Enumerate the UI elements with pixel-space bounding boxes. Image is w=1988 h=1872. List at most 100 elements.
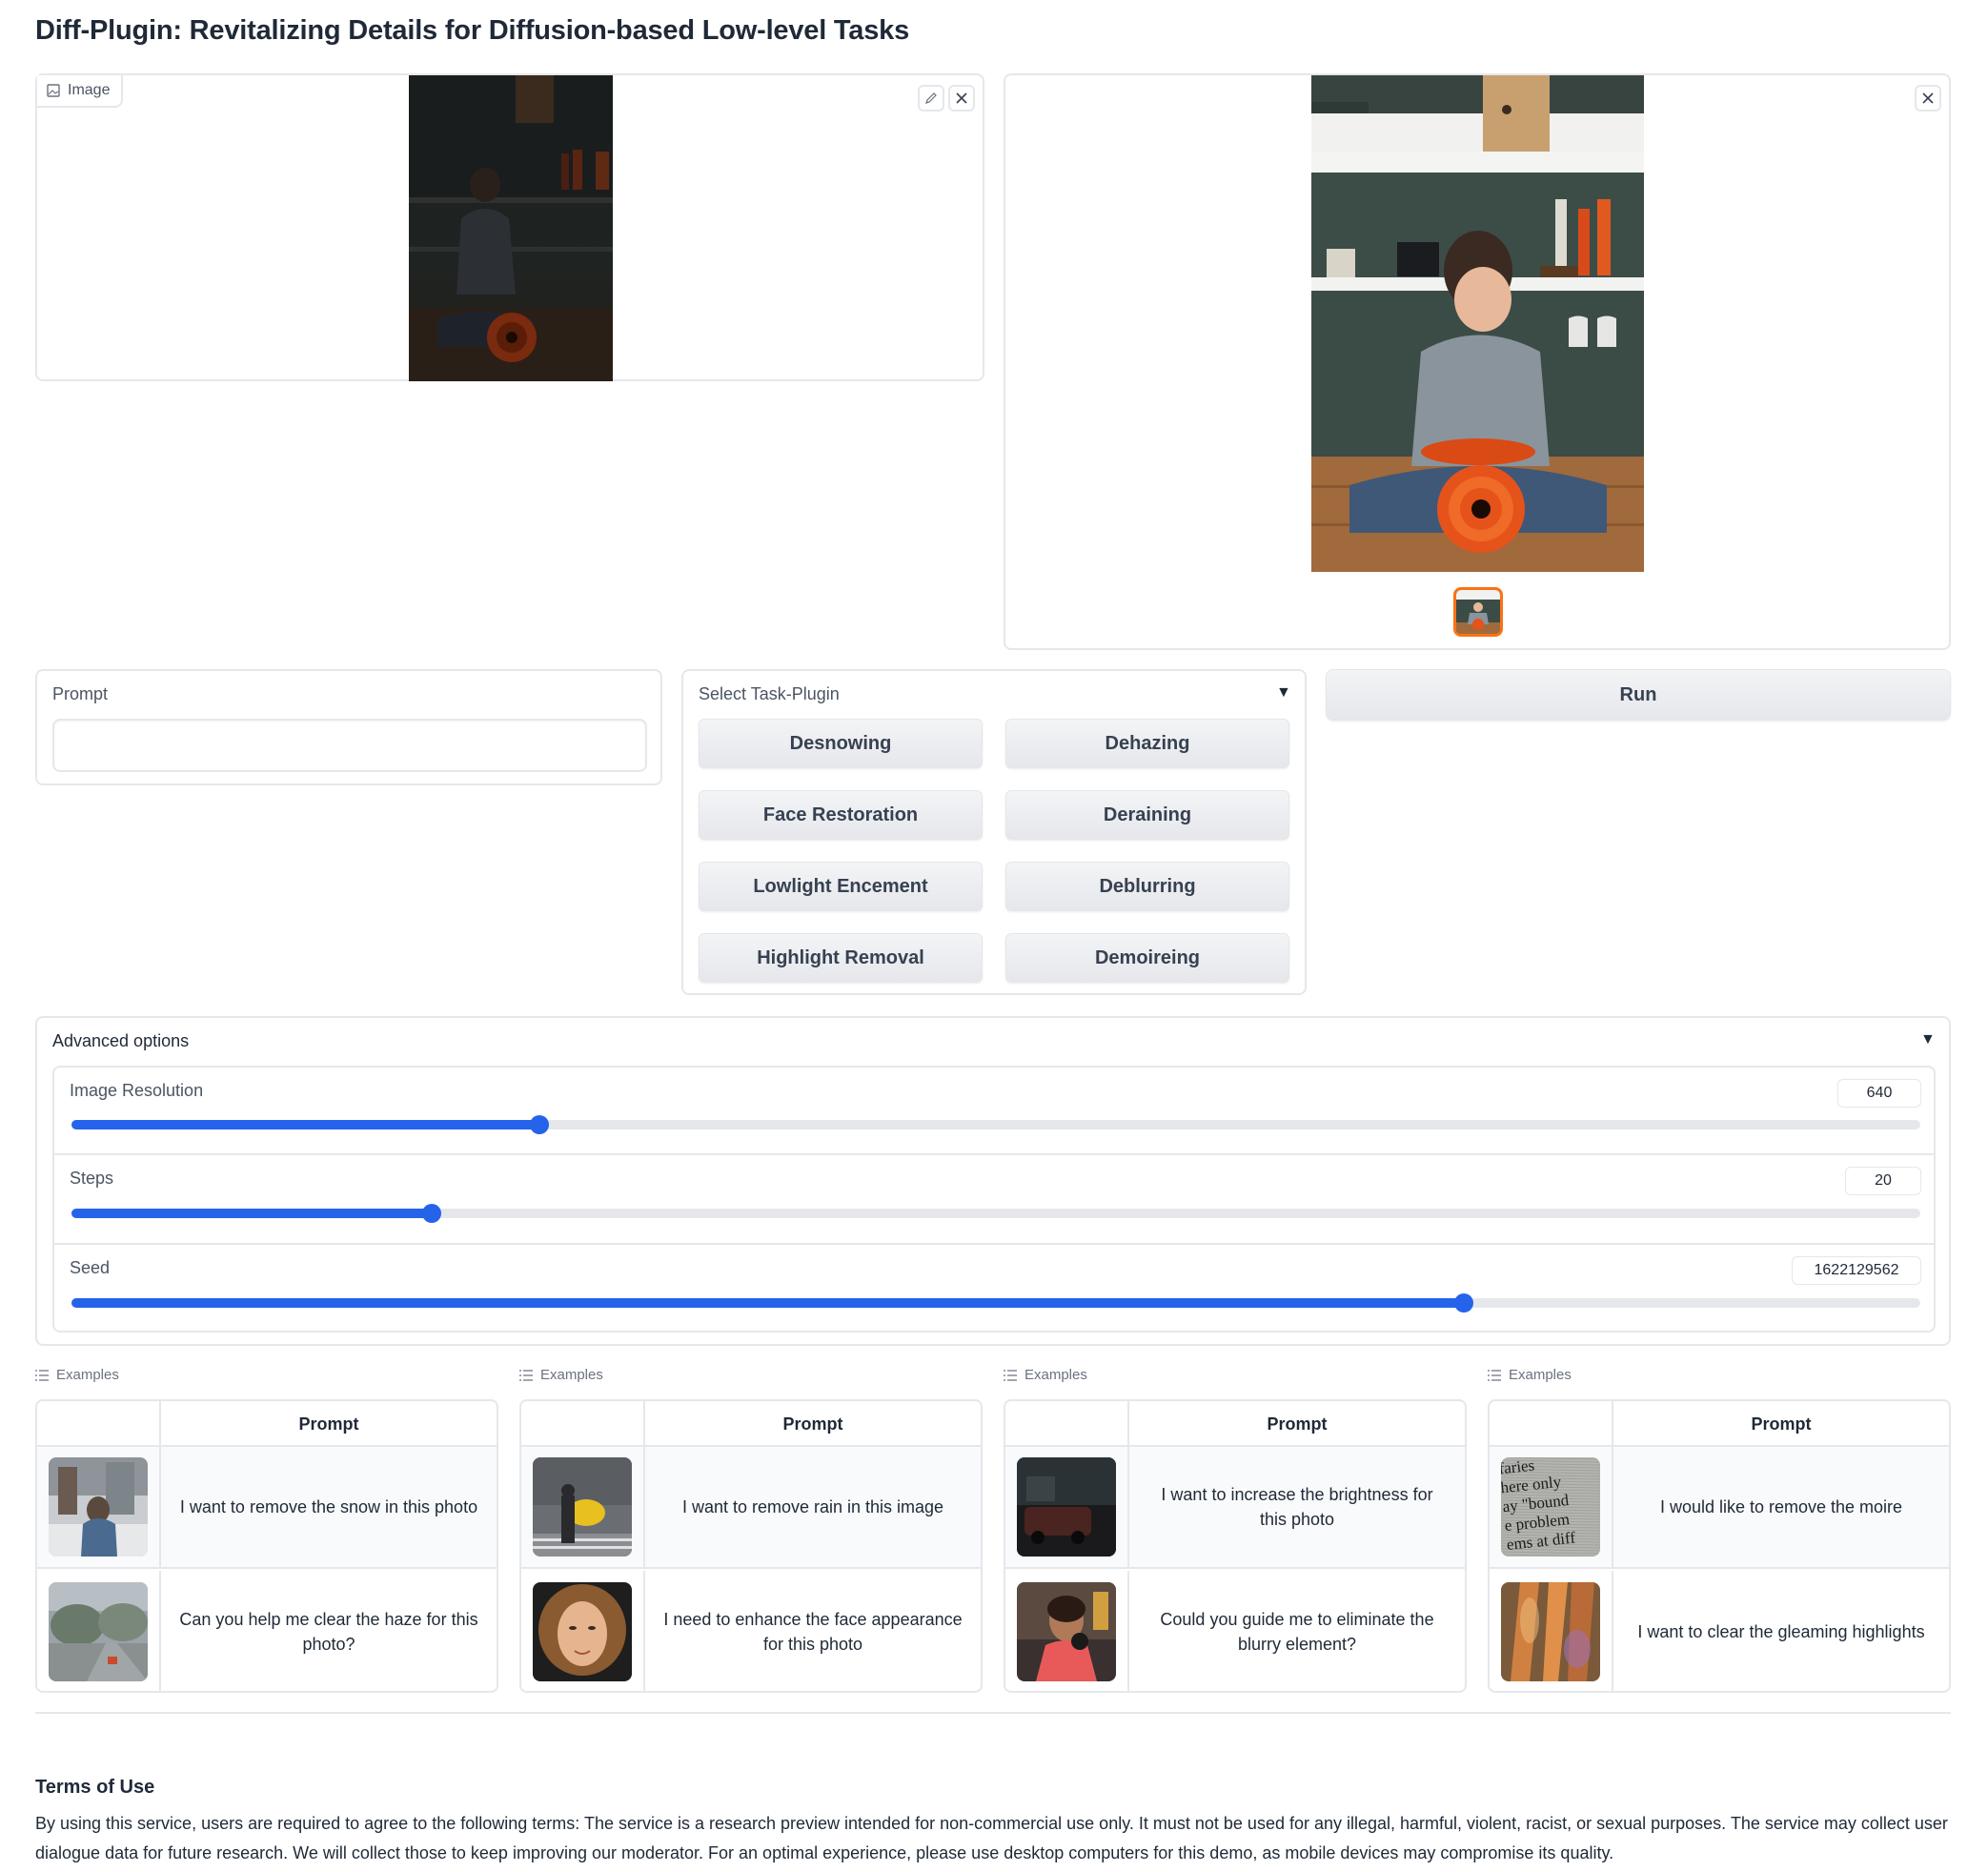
- image-icon: [47, 84, 60, 97]
- close-icon: [956, 92, 967, 104]
- examples-table: Prompt I want to remove rain in this imag…: [519, 1399, 983, 1693]
- examples-label: Examples: [540, 1367, 603, 1383]
- example-prompt[interactable]: I want to clear the gleaming highlights: [1612, 1571, 1949, 1691]
- resolution-slider-block: Image Resolution 640: [54, 1068, 1934, 1155]
- list-icon: [1488, 1369, 1501, 1381]
- seed-label: Seed: [70, 1258, 111, 1277]
- seed-slider-block: Seed 1622129562: [54, 1245, 1934, 1331]
- example-prompt[interactable]: I want to remove rain in this image: [643, 1447, 981, 1567]
- output-photo: [1311, 75, 1644, 572]
- examples-header: Examples: [1004, 1367, 1087, 1383]
- task-button-face-restoration[interactable]: Face Restoration: [699, 790, 983, 840]
- task-button-deblurring[interactable]: Deblurring: [1005, 862, 1289, 911]
- task-button-lowlight[interactable]: Lowlight Encement: [699, 862, 983, 911]
- table-row[interactable]: Could you guide me to eliminate the blur…: [1005, 1571, 1465, 1691]
- input-image-label: Image: [37, 75, 124, 108]
- example-thumbnail[interactable]: [533, 1582, 632, 1681]
- examples-header: Examples: [1488, 1367, 1572, 1383]
- table-row[interactable]: I want to clear the gleaming highlights: [1490, 1571, 1949, 1691]
- advanced-options-panel: Advanced options ▼ Image Resolution 640 …: [35, 1016, 1951, 1346]
- pencil-icon: [925, 92, 937, 104]
- examples-label: Examples: [56, 1367, 119, 1383]
- column-header-prompt: Prompt: [1127, 1401, 1465, 1447]
- example-thumbnail[interactable]: [1017, 1457, 1116, 1557]
- table-row[interactable]: I want to remove rain in this image: [521, 1447, 981, 1569]
- table-row[interactable]: faries here only ay "bound e problem ems at …: [1490, 1447, 1949, 1569]
- examples-table: Prompt I want to remove the snow in this …: [35, 1399, 498, 1693]
- example-thumbnail[interactable]: [533, 1457, 632, 1557]
- terms-body: By using this service, users are require…: [35, 1814, 1948, 1862]
- steps-label: Steps: [70, 1169, 114, 1188]
- list-icon: [35, 1369, 49, 1381]
- column-header-prompt: Prompt: [1612, 1401, 1949, 1447]
- list-icon: [1004, 1369, 1017, 1381]
- examples-table: Prompt I want to increase the brightness …: [1004, 1399, 1467, 1693]
- input-image-panel[interactable]: Image: [35, 73, 984, 381]
- prompt-panel: Prompt: [35, 669, 662, 785]
- seed-slider[interactable]: [71, 1293, 1920, 1312]
- example-prompt[interactable]: I need to enhance the face appearance fo…: [643, 1571, 981, 1691]
- output-thumbnail[interactable]: [1453, 587, 1503, 637]
- table-row[interactable]: I want to increase the brightness for th…: [1005, 1447, 1465, 1569]
- task-button-deraining[interactable]: Deraining: [1005, 790, 1289, 840]
- column-header-prompt: Prompt: [159, 1401, 497, 1447]
- example-prompt[interactable]: I would like to remove the moire: [1612, 1447, 1949, 1567]
- column-header-prompt: Prompt: [643, 1401, 981, 1447]
- steps-value[interactable]: 20: [1845, 1167, 1921, 1195]
- table-header: Prompt: [37, 1401, 497, 1447]
- prompt-input[interactable]: [52, 719, 647, 772]
- example-prompt[interactable]: I want to increase the brightness for th…: [1127, 1447, 1465, 1567]
- sliders-container: Image Resolution 640 Steps 20 Seed 16221…: [52, 1066, 1936, 1333]
- output-image-panel: [1004, 73, 1951, 650]
- examples-label: Examples: [1024, 1367, 1087, 1383]
- resolution-slider[interactable]: [71, 1115, 1920, 1134]
- seed-value[interactable]: 1622129562: [1792, 1256, 1921, 1285]
- examples-label: Examples: [1509, 1367, 1572, 1383]
- task-button-desnowing[interactable]: Desnowing: [699, 719, 983, 768]
- examples-header: Examples: [35, 1367, 119, 1383]
- task-button-dehazing[interactable]: Dehazing: [1005, 719, 1289, 768]
- clear-input-button[interactable]: [948, 85, 975, 112]
- resolution-value[interactable]: 640: [1837, 1079, 1921, 1108]
- example-thumbnail[interactable]: [49, 1457, 148, 1557]
- run-button[interactable]: Run: [1326, 669, 1951, 721]
- list-icon: [519, 1369, 533, 1381]
- steps-slider[interactable]: [71, 1204, 1920, 1223]
- table-row[interactable]: Can you help me clear the haze for this …: [37, 1571, 497, 1691]
- divider: [35, 1712, 1951, 1714]
- slider-thumb[interactable]: [529, 1115, 549, 1134]
- slider-thumb[interactable]: [1453, 1293, 1473, 1312]
- example-thumbnail[interactable]: [1017, 1582, 1116, 1681]
- steps-slider-block: Steps 20: [54, 1155, 1934, 1245]
- example-prompt[interactable]: Can you help me clear the haze for this …: [159, 1571, 497, 1691]
- slider-thumb[interactable]: [422, 1204, 442, 1223]
- table-row[interactable]: I want to remove the snow in this photo: [37, 1447, 497, 1569]
- task-plugin-label: Select Task-Plugin: [699, 684, 840, 703]
- input-photo: [409, 75, 613, 381]
- table-header: Prompt: [1005, 1401, 1465, 1447]
- collapse-arrow-icon[interactable]: ▼: [1276, 684, 1291, 702]
- advanced-options-label[interactable]: Advanced options: [52, 1031, 189, 1051]
- close-icon: [1922, 92, 1934, 104]
- collapse-arrow-icon[interactable]: ▼: [1920, 1031, 1936, 1048]
- example-thumbnail[interactable]: faries here only ay "bound e problem ems at …: [1501, 1457, 1600, 1557]
- task-button-highlight-removal[interactable]: Highlight Removal: [699, 933, 983, 983]
- example-thumbnail[interactable]: [1501, 1582, 1600, 1681]
- table-row[interactable]: I need to enhance the face appearance fo…: [521, 1571, 981, 1691]
- edit-button[interactable]: [918, 85, 944, 112]
- task-plugin-panel: Select Task-Plugin ▼ Desnowing Dehazing …: [681, 669, 1307, 995]
- prompt-label: Prompt: [52, 684, 109, 703]
- resolution-label: Image Resolution: [70, 1081, 204, 1100]
- page-title: Diff-Plugin: Revitalizing Details for Di…: [35, 15, 910, 46]
- table-header: Prompt: [521, 1401, 981, 1447]
- examples-table: Prompt faries here only ay "bound e problem e…: [1488, 1399, 1951, 1693]
- task-button-demoireing[interactable]: Demoireing: [1005, 933, 1289, 983]
- example-thumbnail[interactable]: [49, 1582, 148, 1681]
- examples-header: Examples: [519, 1367, 603, 1383]
- table-header: Prompt: [1490, 1401, 1949, 1447]
- clear-output-button[interactable]: [1915, 85, 1941, 112]
- example-prompt[interactable]: Could you guide me to eliminate the blur…: [1127, 1571, 1465, 1691]
- terms-heading: Terms of Use: [35, 1777, 155, 1798]
- input-image-label-text: Image: [68, 82, 111, 98]
- example-prompt[interactable]: I want to remove the snow in this photo: [159, 1447, 497, 1567]
